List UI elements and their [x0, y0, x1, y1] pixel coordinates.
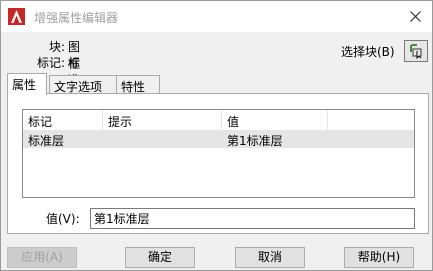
- tab-attributes[interactable]: 属性: [7, 73, 47, 95]
- block-label: 块:: [48, 40, 65, 54]
- autocad-logo-icon: [8, 8, 25, 25]
- column-header-prompt[interactable]: 提示: [103, 110, 222, 131]
- enhanced-attribute-editor-window: 增强属性编辑器 块: 图框 标记: 标准层 选择块(B) 属性 文字选项 特性: [0, 0, 433, 271]
- column-header-tag[interactable]: 标记: [23, 110, 103, 131]
- close-button[interactable]: [398, 1, 432, 32]
- select-block-label: 选择块(B): [341, 45, 395, 59]
- tab-properties[interactable]: 特性: [116, 75, 160, 95]
- table-row[interactable]: 标准层 第1标准层: [23, 131, 414, 148]
- column-header-value[interactable]: 值: [222, 110, 328, 131]
- value-input[interactable]: [90, 208, 415, 229]
- value-label: 值(V):: [46, 212, 80, 226]
- attribute-list[interactable]: 标记 提示 值 标准层 第1标准层: [22, 109, 415, 198]
- tab-attributes-label: 属性: [12, 78, 37, 92]
- row-tag-cell: 标准层: [28, 134, 65, 148]
- title-bar: 增强属性编辑器: [1, 1, 432, 32]
- row-prompt-cell: [103, 131, 108, 148]
- tag-label: 标记:: [36, 56, 65, 70]
- window-title: 增强属性编辑器: [34, 11, 119, 25]
- ok-button[interactable]: 确定: [125, 247, 195, 268]
- tab-text-options[interactable]: 文字选项: [49, 75, 117, 95]
- select-block-icon: [410, 44, 422, 59]
- help-button[interactable]: 帮助(H): [344, 247, 414, 268]
- tab-text-options-label: 文字选项: [54, 80, 103, 94]
- attribute-list-header: 标记 提示 值: [23, 110, 414, 131]
- row-value-cell: 第1标准层: [227, 134, 283, 148]
- select-block-button[interactable]: [404, 40, 428, 62]
- tab-properties-label: 特性: [121, 80, 146, 94]
- cancel-button[interactable]: 取消: [235, 247, 305, 268]
- attributes-panel: 标记 提示 值 标准层 第1标准层 值(V):: [7, 93, 429, 234]
- apply-button[interactable]: 应用(A): [7, 247, 77, 268]
- close-icon: [409, 11, 421, 22]
